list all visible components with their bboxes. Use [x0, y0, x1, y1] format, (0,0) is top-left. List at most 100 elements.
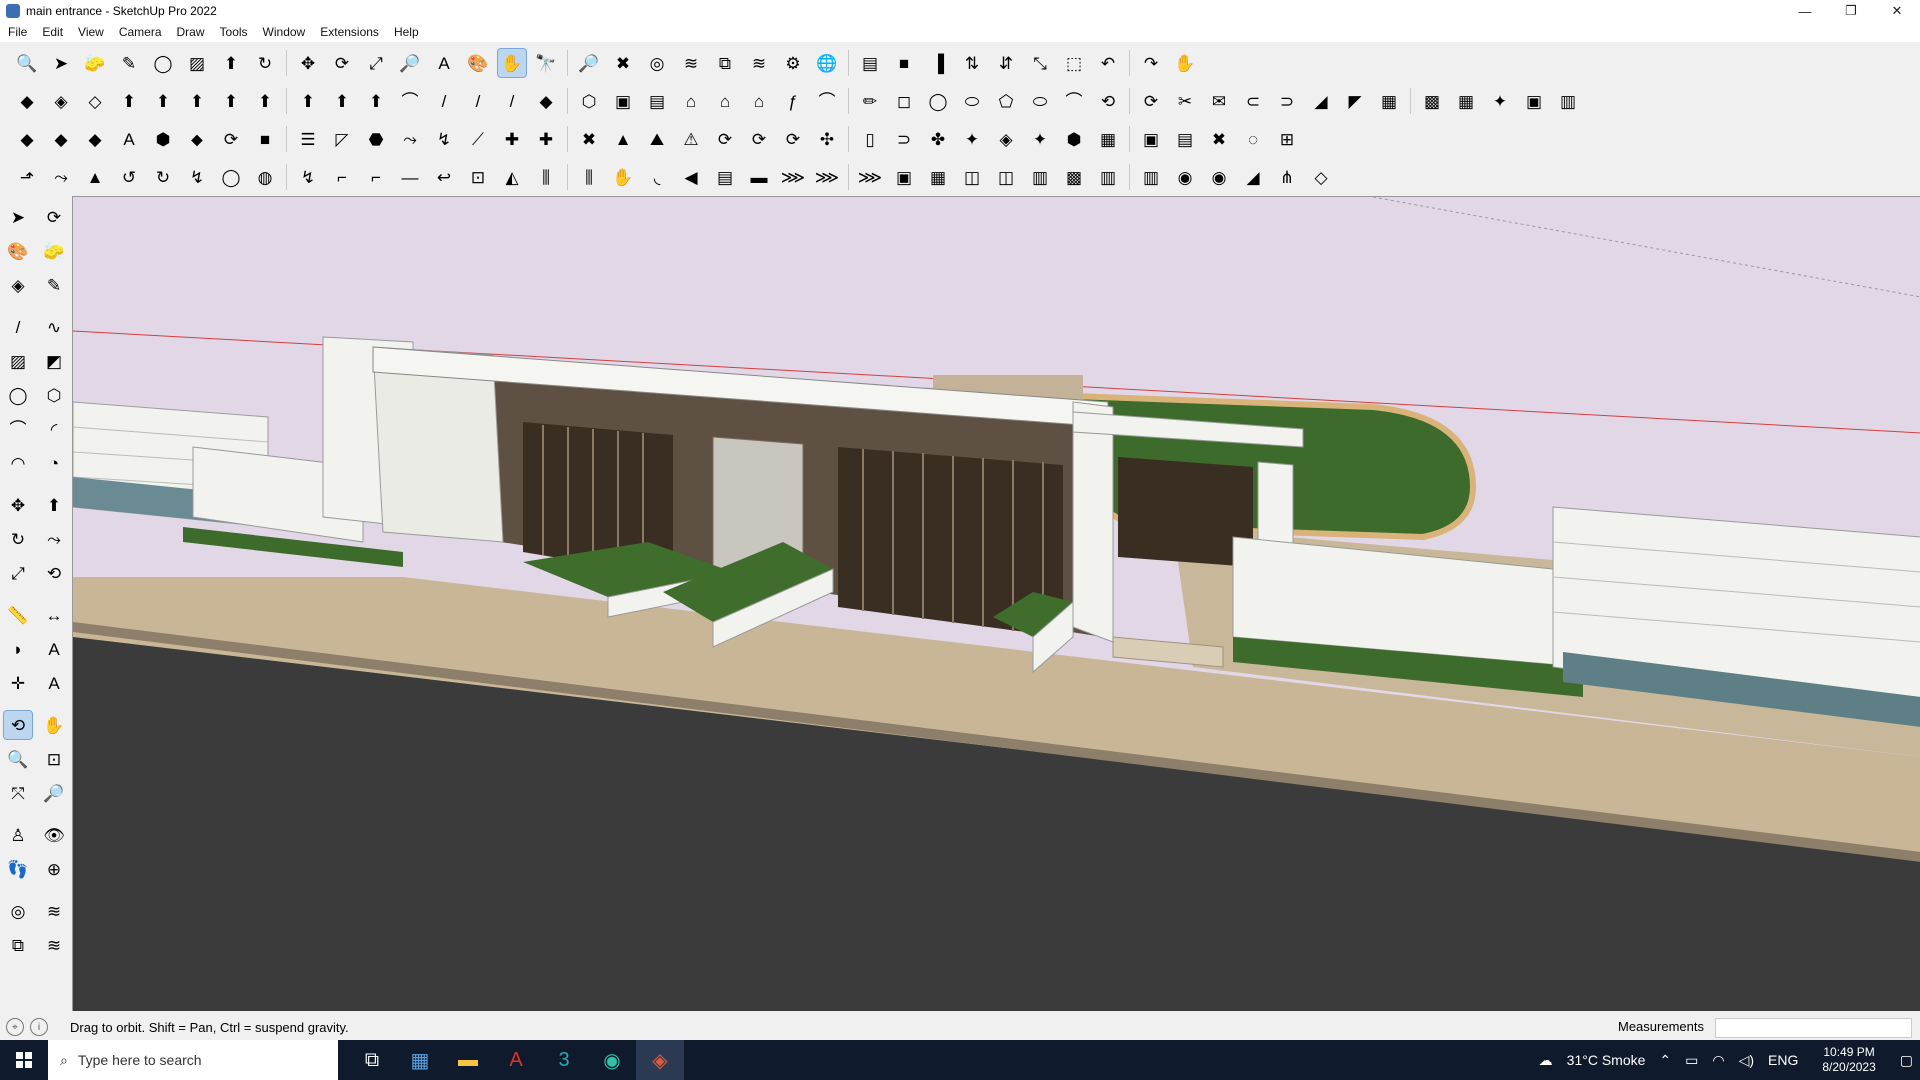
- toolbar-row4-tool-12-icon[interactable]: ↩: [430, 163, 458, 191]
- toolbar-row2-tool-24-icon[interactable]: ✏: [856, 87, 884, 115]
- pie-icon[interactable]: ◔: [40, 449, 68, 477]
- arc-icon[interactable]: ⌒: [4, 415, 32, 443]
- toolbar-row2-tool-36-icon[interactable]: ⊃: [1273, 87, 1301, 115]
- toolbar-row4-tool-37-icon[interactable]: ◇: [1307, 163, 1335, 191]
- toolbar-row1-tool-33-icon[interactable]: ✋: [1171, 49, 1199, 77]
- info-icon[interactable]: i: [30, 1018, 48, 1036]
- toolbar-row2-tool-4-icon[interactable]: ⬆: [149, 87, 177, 115]
- toolbar-row3-tool-29-icon[interactable]: ✦: [1026, 125, 1054, 153]
- previous-view-icon[interactable]: 🔎: [40, 779, 68, 807]
- lasso-tool-icon[interactable]: ⟳: [40, 203, 68, 231]
- circle-icon[interactable]: ◯: [4, 381, 32, 409]
- toolbar-row1-tool-15-icon[interactable]: 🔭: [532, 49, 560, 77]
- toolbar-row4-tool-34-icon[interactable]: ◉: [1205, 163, 1233, 191]
- rotate-icon[interactable]: ↻: [4, 525, 32, 553]
- zoom-extents-icon[interactable]: ⤧: [4, 779, 32, 807]
- toolbar-row2-tool-30-icon[interactable]: ⌒: [1060, 87, 1088, 115]
- toolbar-row4-tool-23-icon[interactable]: ⋙: [813, 163, 841, 191]
- toolbar-row3-tool-12-icon[interactable]: ↯: [430, 125, 458, 153]
- toolbar-row3-tool-35-icon[interactable]: ◌: [1239, 125, 1267, 153]
- minimize-button[interactable]: —: [1782, 0, 1828, 22]
- toolbar-row2-tool-14-icon[interactable]: /: [498, 87, 526, 115]
- toolbar-row3-tool-7-icon[interactable]: ■: [251, 125, 279, 153]
- rotated-rectangle-icon[interactable]: ◩: [40, 347, 68, 375]
- toolbar-row3-tool-9-icon[interactable]: ◸: [328, 125, 356, 153]
- model-viewport[interactable]: [72, 196, 1920, 1011]
- toolbar-row3-tool-14-icon[interactable]: ✚: [498, 125, 526, 153]
- paint-bucket-icon[interactable]: 🎨: [4, 237, 32, 265]
- three-point-arc-icon[interactable]: ◠: [4, 449, 32, 477]
- toolbar-row3-tool-23-icon[interactable]: ✣: [813, 125, 841, 153]
- toolbar-row1-tool-10-icon[interactable]: ⤢: [362, 49, 390, 77]
- protractor-icon[interactable]: ◗: [4, 635, 32, 663]
- toolbar-row2-tool-15-icon[interactable]: ◆: [532, 87, 560, 115]
- move-icon[interactable]: ✥: [4, 491, 32, 519]
- menu-tools[interactable]: Tools: [212, 25, 255, 39]
- toolbar-row2-tool-43-icon[interactable]: ▣: [1520, 87, 1548, 115]
- toolbar-row4-tool-29-icon[interactable]: ▥: [1026, 163, 1054, 191]
- toolbar-row2-tool-28-icon[interactable]: ⬠: [992, 87, 1020, 115]
- toolbar-row2-tool-38-icon[interactable]: ◤: [1341, 87, 1369, 115]
- toolbar-row3-tool-16-icon[interactable]: ✖: [575, 125, 603, 153]
- toolbar-row2-tool-6-icon[interactable]: ⬆: [217, 87, 245, 115]
- toolbar-row4-tool-9-icon[interactable]: ⌐: [328, 163, 356, 191]
- toolbar-row3-tool-8-icon[interactable]: ☰: [294, 125, 322, 153]
- calculator-icon[interactable]: ▦: [396, 1040, 444, 1080]
- toolbar-row1-tool-23-icon[interactable]: 🌐: [813, 49, 841, 77]
- menu-edit[interactable]: Edit: [34, 25, 70, 39]
- toolbar-row2-tool-8-icon[interactable]: ⬆: [294, 87, 322, 115]
- toolbar-row2-tool-32-icon[interactable]: ⟳: [1137, 87, 1165, 115]
- volume-icon[interactable]: ◁): [1739, 1052, 1754, 1069]
- toolbar-row4-tool-25-icon[interactable]: ▣: [890, 163, 918, 191]
- toolbar-row4-tool-30-icon[interactable]: ▩: [1060, 163, 1088, 191]
- toolbar-row4-tool-13-icon[interactable]: ⊡: [464, 163, 492, 191]
- toolbar-row3-tool-34-icon[interactable]: ✖: [1205, 125, 1233, 153]
- toolbar-row1-tool-4-icon[interactable]: ◯: [149, 49, 177, 77]
- wifi-icon[interactable]: ◠: [1712, 1052, 1724, 1069]
- toolbar-row1-tool-29-icon[interactable]: ⤡: [1026, 49, 1054, 77]
- orbit-icon[interactable]: ⟲: [3, 710, 33, 740]
- section-plane-icon[interactable]: ⊕: [40, 855, 68, 883]
- toolbar-row1-tool-6-icon[interactable]: ⬆: [217, 49, 245, 77]
- two-point-arc-icon[interactable]: ◜: [40, 415, 68, 443]
- toolbar-row2-tool-34-icon[interactable]: ✉: [1205, 87, 1233, 115]
- toolbar-row1-tool-14-icon[interactable]: ✋: [497, 48, 527, 78]
- language-indicator[interactable]: ENG: [1768, 1052, 1798, 1068]
- toolbar-row4-tool-11-icon[interactable]: —: [396, 163, 424, 191]
- weather-icon[interactable]: ☁: [1539, 1052, 1553, 1069]
- text-tool-icon[interactable]: A: [40, 635, 68, 663]
- toolbar-row4-tool-32-icon[interactable]: ▥: [1137, 163, 1165, 191]
- toolbar-row2-tool-3-icon[interactable]: ⬆: [115, 87, 143, 115]
- toolbar-row1-tool-13-icon[interactable]: 🎨: [464, 49, 492, 77]
- toolbar-row2-tool-18-icon[interactable]: ▤: [643, 87, 671, 115]
- toolbar-row4-tool-18-icon[interactable]: ◟: [643, 163, 671, 191]
- menu-file[interactable]: File: [0, 25, 34, 39]
- toolbar-row2-tool-37-icon[interactable]: ◢: [1307, 87, 1335, 115]
- toolbar-row1-tool-30-icon[interactable]: ⬚: [1060, 49, 1088, 77]
- toolbar-row2-tool-22-icon[interactable]: ƒ: [779, 87, 807, 115]
- toolbar-row4-tool-4-icon[interactable]: ↻: [149, 163, 177, 191]
- section-toggle-icon[interactable]: ≋: [40, 931, 68, 959]
- toolbar-row3-tool-19-icon[interactable]: ⚠: [677, 125, 705, 153]
- close-button[interactable]: ✕: [1874, 0, 1920, 22]
- pan-icon[interactable]: ✋: [40, 711, 68, 739]
- toolbar-row3-tool-5-icon[interactable]: ⬥: [183, 125, 211, 153]
- toolbar-row1-tool-32-icon[interactable]: ↷: [1137, 49, 1165, 77]
- menu-camera[interactable]: Camera: [111, 25, 169, 39]
- select-tool-icon[interactable]: ➤: [4, 203, 32, 231]
- toolbar-row4-tool-8-icon[interactable]: ↯: [294, 163, 322, 191]
- toolbar-row2-tool-25-icon[interactable]: ◻: [890, 87, 918, 115]
- edge-icon[interactable]: ◉: [588, 1040, 636, 1080]
- toolbar-row1-tool-17-icon[interactable]: ✖: [609, 49, 637, 77]
- menu-view[interactable]: View: [70, 25, 111, 39]
- toolbar-row4-tool-15-icon[interactable]: ⫼: [532, 163, 560, 191]
- toolbar-row1-tool-26-icon[interactable]: ▐: [924, 49, 952, 77]
- toolbar-row1-tool-8-icon[interactable]: ✥: [294, 49, 322, 77]
- task-view-icon[interactable]: ⧉: [348, 1040, 396, 1080]
- geolocation-icon[interactable]: ⌖: [6, 1018, 24, 1036]
- file-explorer-icon[interactable]: ▬: [444, 1040, 492, 1080]
- toolbar-row2-tool-35-icon[interactable]: ⊂: [1239, 87, 1267, 115]
- eraser-icon[interactable]: 🧽: [40, 237, 68, 265]
- toolbar-row2-tool-26-icon[interactable]: ◯: [924, 87, 952, 115]
- toolbar-row2-tool-16-icon[interactable]: ⬡: [575, 87, 603, 115]
